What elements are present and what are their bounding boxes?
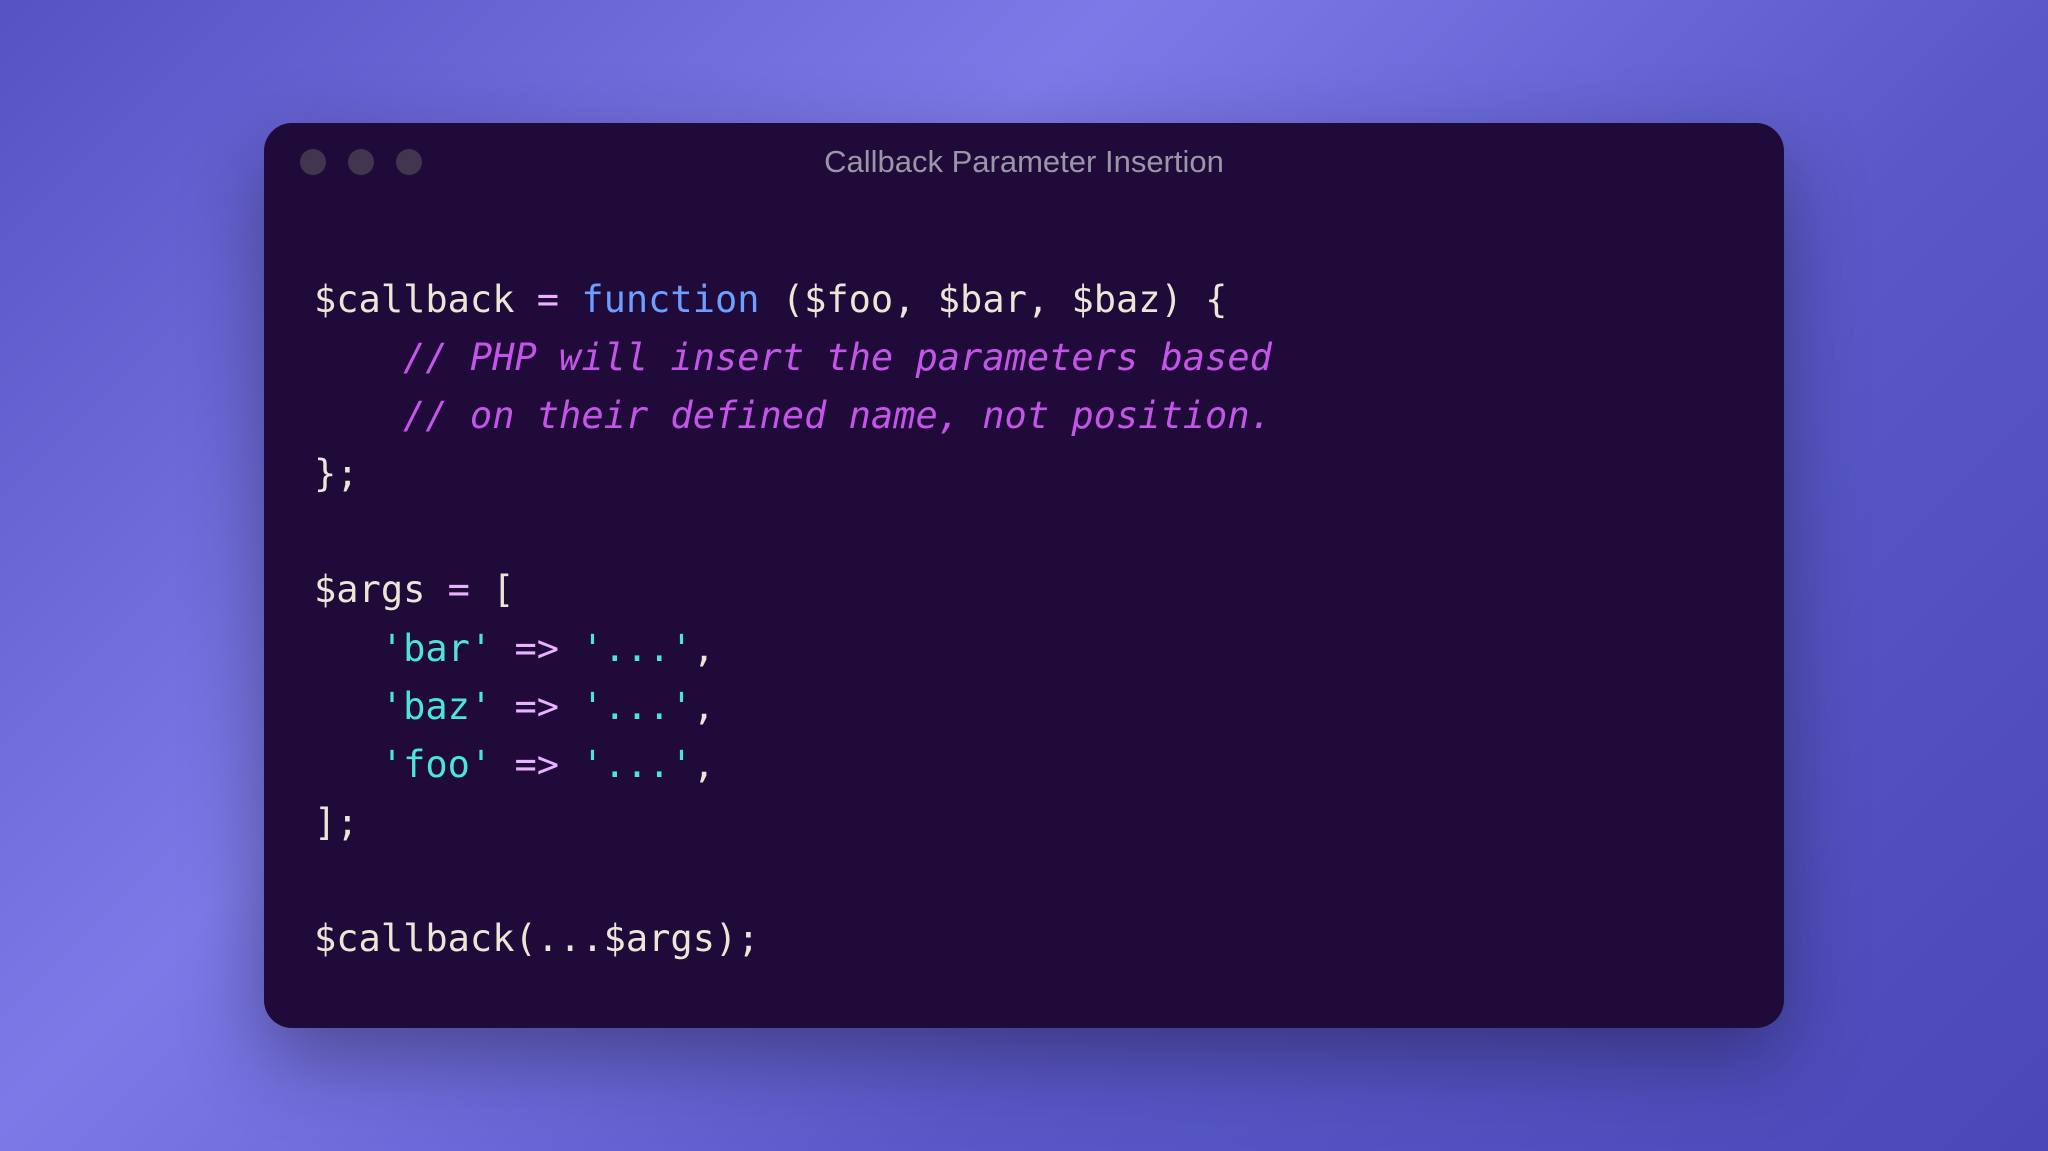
code-token: $bar [938,278,1027,321]
code-token: , [893,278,938,321]
code-token: $callback [314,917,514,960]
code-token [314,743,381,786]
traffic-lights [300,149,422,175]
maximize-icon[interactable] [396,149,422,175]
code-area: $callback = function ($foo, $bar, $baz) … [264,201,1784,1028]
code-token [314,685,381,728]
code-token: => [492,685,581,728]
code-token: ... [537,917,604,960]
minimize-icon[interactable] [348,149,374,175]
code-token: => [492,743,581,786]
code-token: , [693,627,715,670]
titlebar: Callback Parameter Insertion [264,123,1784,201]
code-token: $callback [314,278,514,321]
code-token [314,336,403,379]
code-token: $baz [1071,278,1160,321]
code-window: Callback Parameter Insertion $callback =… [264,123,1784,1028]
code-token: ); [715,917,760,960]
code-token: // PHP will insert the parameters based [403,336,1272,379]
code-token [314,394,403,437]
close-icon[interactable] [300,149,326,175]
code-token: function [581,278,759,321]
code-token: , [693,685,715,728]
code-token: [ [492,568,514,611]
window-title: Callback Parameter Insertion [824,144,1224,180]
code-token: 'foo' [381,743,492,786]
code-content: $callback = function ($foo, $bar, $baz) … [314,271,1734,968]
code-token [760,278,782,321]
code-token: ( [514,917,536,960]
code-token: '...' [581,743,692,786]
code-token: = [514,278,581,321]
code-token: { [1183,278,1228,321]
code-token: // on their defined name, not position. [403,394,1272,437]
code-token: , [693,743,715,786]
code-token: }; [314,452,359,495]
code-token [314,627,381,670]
code-token: ]; [314,801,359,844]
code-token: = [425,568,492,611]
code-token: '...' [581,685,692,728]
code-token: ) [1161,278,1183,321]
code-token: ( [782,278,804,321]
code-token: $args [314,568,425,611]
code-token: '...' [581,627,692,670]
code-token: , [1027,278,1072,321]
code-token: $foo [804,278,893,321]
code-token: 'baz' [381,685,492,728]
code-token: 'bar' [381,627,492,670]
code-token: => [492,627,581,670]
code-token: $args [604,917,715,960]
